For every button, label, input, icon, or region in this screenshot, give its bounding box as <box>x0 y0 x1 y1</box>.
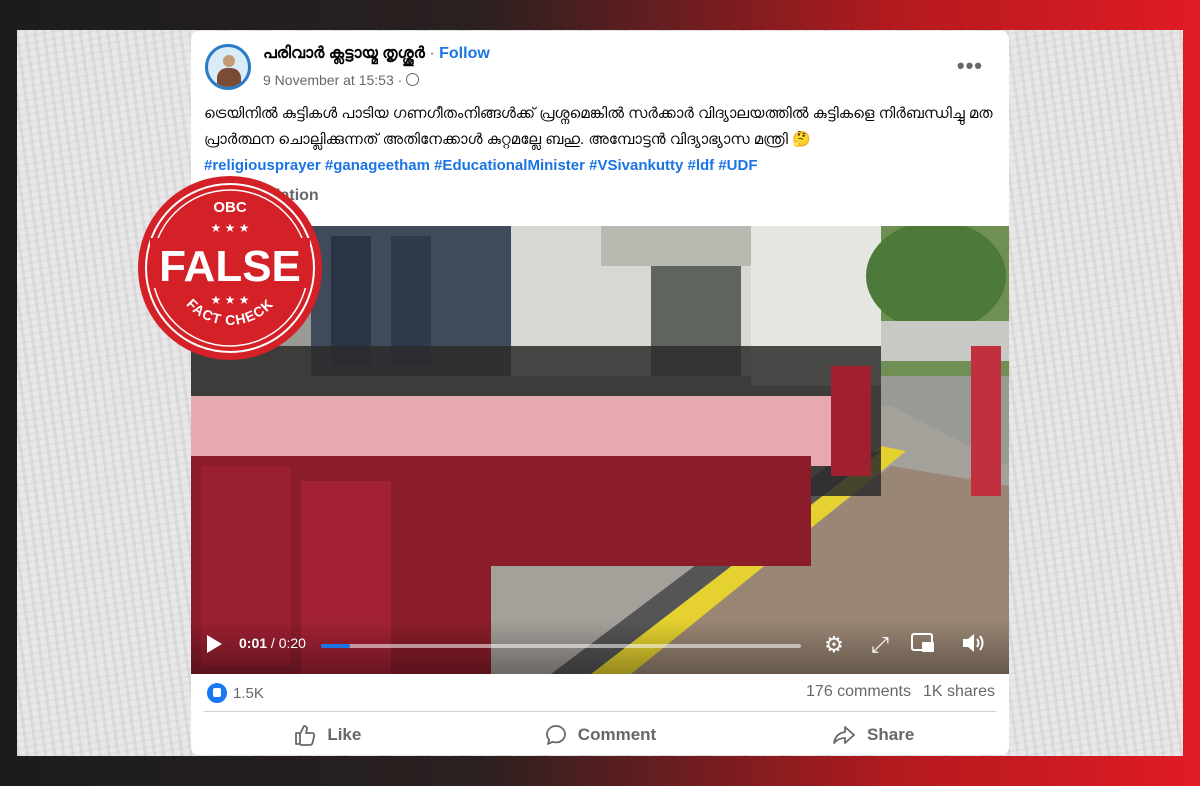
author-name[interactable]: പരിവാർ ക്ലട്ടായ്മ തൃശ്ശൂർ <box>263 45 425 62</box>
settings-gear-icon[interactable]: ⚙ <box>821 632 847 658</box>
video-controls: 0:01 / 0:20 ⚙ ⤢ <box>191 620 1009 674</box>
share-label: Share <box>867 725 915 744</box>
time-separator: / <box>267 635 279 651</box>
follow-button[interactable]: Follow <box>439 45 490 62</box>
comment-label: Comment <box>577 725 657 744</box>
like-reaction-icon <box>207 683 227 703</box>
video-progress-fill <box>321 644 350 648</box>
picture-in-picture-icon[interactable] <box>911 632 937 658</box>
actions-divider <box>204 711 996 712</box>
fullscreen-icon[interactable]: ⤢ <box>867 632 893 658</box>
video-duration: 0:20 <box>278 635 306 651</box>
play-icon[interactable] <box>207 635 222 653</box>
post-author-line: പരിവാർ ക്ലട്ടായ്മ തൃശ്ശൂർ · Follow <box>263 45 490 63</box>
globe-icon <box>406 73 420 86</box>
stars-icon-bottom: ★ ★ ★ <box>211 293 250 307</box>
facebook-post-card: പരിവാർ ക്ലട്ടായ്മ തൃശ്ശൂർ · Follow 9 Nov… <box>191 31 1009 755</box>
stars-icon: ★ ★ ★ <box>211 221 250 235</box>
share-arrow-icon <box>833 726 855 744</box>
thumbs-up-icon <box>295 725 316 746</box>
post-meta: 9 November at 15:53 · <box>263 72 420 88</box>
post-actions: Like Comment Share <box>191 715 1009 755</box>
false-fact-check-stamp: OBC ★ ★ ★ FALSE ★ ★ ★ FACT CHECK <box>138 176 322 360</box>
more-options-button[interactable]: ••• <box>957 53 983 79</box>
separator-dot: · <box>429 45 435 62</box>
shares-count[interactable]: 1K shares <box>923 683 995 700</box>
reactions-summary[interactable]: 1.5K <box>207 683 264 703</box>
comment-button[interactable]: Comment <box>464 715 737 755</box>
volume-icon[interactable] <box>961 632 987 658</box>
author-avatar[interactable] <box>205 44 251 90</box>
current-time: 0:01 <box>239 635 268 651</box>
video-scrubber[interactable] <box>321 644 801 648</box>
engagement-counts: 176 comments 1K shares <box>806 683 995 701</box>
comment-bubble-icon <box>545 725 566 745</box>
post-text: ട്രെയിനിൽ കുട്ടികൾ പാടിയ ഗണഗീതംനിങ്ങൾക്ക… <box>204 101 999 179</box>
stamp-badge: OBC <box>213 199 247 216</box>
likes-count: 1.5K <box>233 685 264 702</box>
avatar-head <box>223 55 235 67</box>
stamp-label: FALSE <box>159 242 301 291</box>
post-body-text: ട്രെയിനിൽ കുട്ടികൾ പാടിയ ഗണഗീതംനിങ്ങൾക്ക… <box>204 105 993 148</box>
comments-count[interactable]: 176 comments <box>806 683 911 700</box>
share-button[interactable]: Share <box>736 715 1009 755</box>
video-time: 0:01 / 0:20 <box>239 635 306 651</box>
avatar-body <box>217 68 241 87</box>
like-label: Like <box>327 725 362 744</box>
like-button[interactable]: Like <box>191 715 464 755</box>
post-timestamp[interactable]: 9 November at 15:53 · <box>263 72 402 88</box>
